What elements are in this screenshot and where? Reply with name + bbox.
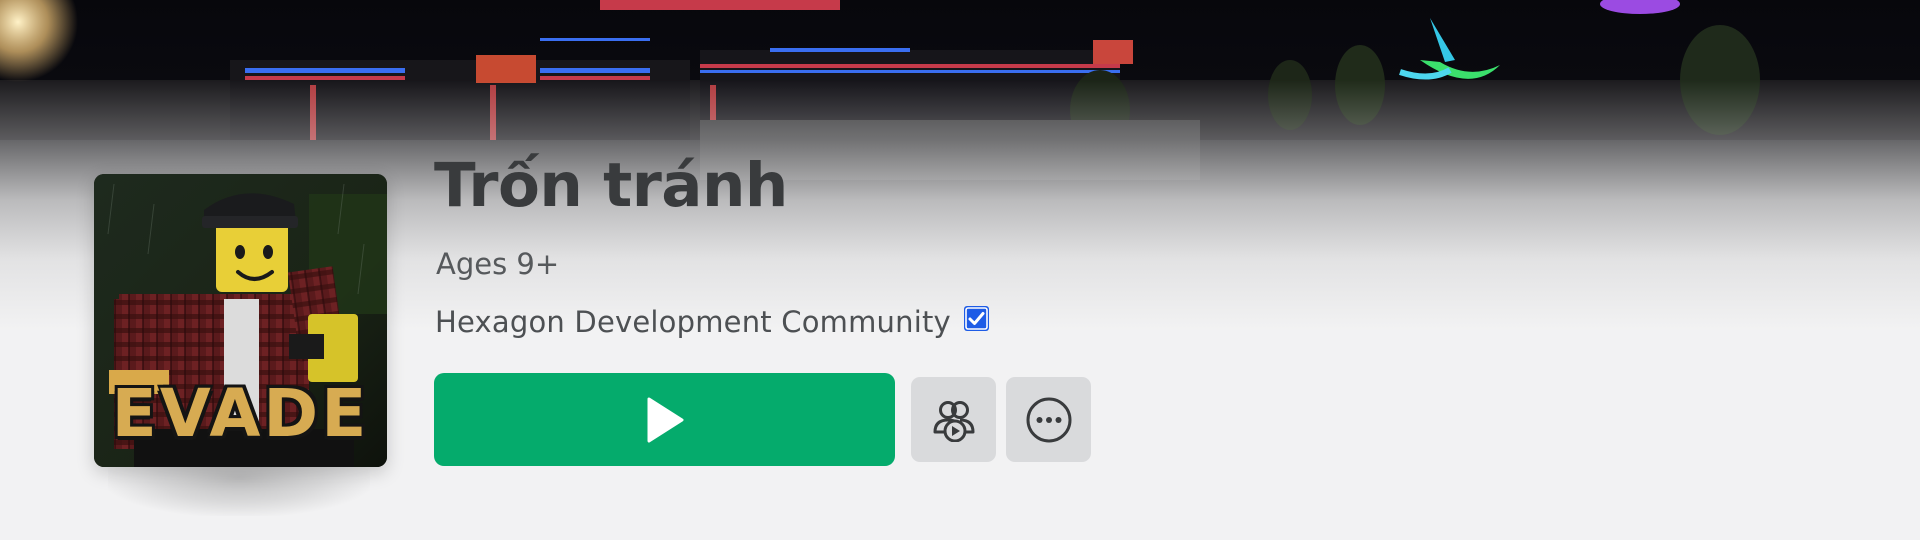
play-button[interactable] [434, 373, 895, 466]
more-options-button[interactable] [1006, 377, 1091, 462]
party-icon [933, 400, 974, 442]
play-icon [647, 397, 683, 442]
party-button[interactable] [911, 377, 996, 462]
game-thumbnail: EVADE [94, 174, 387, 467]
more-options-icon [1026, 397, 1071, 442]
thumbnail-logo-text: EVADE [111, 375, 370, 452]
creator-link[interactable]: Hexagon Development Community [435, 304, 951, 340]
verified-badge-icon [963, 305, 990, 332]
game-title: Trốn tránh [434, 150, 788, 221]
age-rating: Ages 9+ [436, 247, 560, 281]
creator-row: Hexagon Development Community [435, 304, 990, 340]
